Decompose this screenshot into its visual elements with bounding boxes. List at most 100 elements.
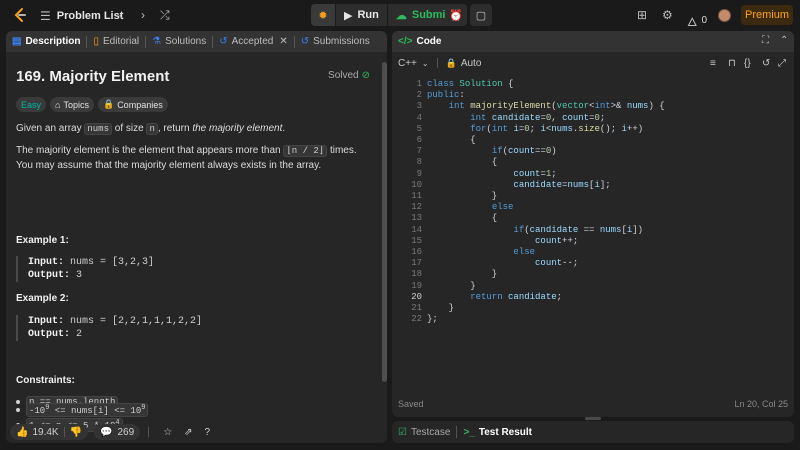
divider <box>148 427 150 437</box>
code-line: count++; <box>535 236 579 246</box>
code-line: { <box>427 157 498 167</box>
inline-code: nums <box>84 123 112 135</box>
desc-text: of size <box>111 123 147 134</box>
tab-editorial-label: Editorial <box>102 36 140 47</box>
description-scrollbar[interactable] <box>382 55 387 430</box>
tab-submissions-label: Submissions <box>313 36 370 47</box>
code-line: int candidate=0, count=0; <box>470 113 606 123</box>
inline-code: ⌊n / 2⌋ <box>283 145 328 157</box>
play-icon: ▶ <box>344 9 353 22</box>
cloud-upload-icon: ☁ <box>395 9 407 22</box>
divider <box>63 427 65 437</box>
example-output: 2 <box>70 329 83 340</box>
tab-test-result[interactable]: >_ Test Result <box>457 422 538 443</box>
scrollbar-thumb[interactable] <box>382 62 387 382</box>
history-icon: ↺ <box>300 36 310 47</box>
lock-icon: 🔒 <box>102 99 115 109</box>
format-icon[interactable]: ≡ <box>710 58 716 69</box>
book-icon: ▯ <box>93 36 99 47</box>
braces-icon[interactable]: {} <box>744 58 751 69</box>
comments-count: 269 <box>117 426 135 438</box>
leetcode-logo-icon[interactable] <box>12 7 28 23</box>
example-input: nums = [3,2,3] <box>64 257 155 268</box>
desc-text: . <box>282 123 286 134</box>
collapse-icon[interactable]: ⌃ <box>780 35 788 46</box>
list-icon: ☰ <box>40 9 51 23</box>
layout-grid-icon[interactable]: ⊞ <box>637 8 647 22</box>
line-number: 14 <box>411 225 422 235</box>
star-icon[interactable]: ☆ <box>163 427 172 438</box>
bullet <box>16 408 20 412</box>
tab-testcase[interactable]: ☑ Testcase <box>392 422 456 443</box>
maximize-icon[interactable]: ⛶ <box>762 35 769 46</box>
code-line: } <box>427 269 498 279</box>
code-line: if(count==0) <box>491 146 557 156</box>
notes-button[interactable]: ▢ <box>470 4 492 26</box>
example-1-box: Input: nums = [3,2,3] Output: 3 <box>16 256 356 282</box>
close-tab-icon[interactable]: ✕ <box>279 36 287 47</box>
bookmark-icon[interactable]: ⊓ <box>728 58 736 69</box>
premium-button[interactable]: Premium <box>741 5 793 25</box>
auto-mode-toggle[interactable]: 🔒 Auto <box>446 58 482 69</box>
reset-icon[interactable]: ↺ <box>762 58 770 69</box>
output-label: Output: <box>28 270 71 281</box>
timer-button[interactable]: ⏰ <box>445 4 467 26</box>
line-number: 20 <box>411 292 422 302</box>
code-line: class Solution { <box>427 79 514 89</box>
chevron-left-icon[interactable]: ‹ <box>119 8 123 22</box>
line-number: 21 <box>411 303 422 313</box>
panel-resize-handle[interactable] <box>585 417 601 420</box>
tab-submissions[interactable]: ↺ Submissions <box>295 31 376 52</box>
tab-description[interactable]: ▤ Description <box>6 31 86 52</box>
shuffle-icon[interactable]: ⤮ <box>160 8 170 23</box>
line-number: 4 <box>416 113 422 123</box>
difficulty-badge: Easy <box>16 97 47 112</box>
checkbox-icon: ☑ <box>398 426 407 438</box>
problem-title: 169. Majority Element <box>16 68 170 85</box>
user-avatar[interactable] <box>718 9 731 22</box>
tab-accepted[interactable]: ↺ Accepted ✕ <box>213 31 293 52</box>
tab-code[interactable]: </> Code <box>392 31 447 52</box>
line-number: 8 <box>416 157 422 167</box>
code-line: } <box>427 191 498 201</box>
tab-solutions[interactable]: ⚗ Solutions <box>146 31 212 52</box>
line-number: 1 <box>416 79 422 89</box>
code-line: count--; <box>535 258 579 268</box>
debug-button[interactable]: ✹ <box>311 4 335 26</box>
chevron-right-icon[interactable]: › <box>141 8 145 22</box>
help-icon[interactable]: ? <box>205 427 211 438</box>
expand-icon[interactable]: ⤢ <box>778 58 786 69</box>
mode-label: Auto <box>460 57 482 69</box>
tab-editorial[interactable]: ▯ Editorial <box>87 31 145 52</box>
line-number: 6 <box>416 135 422 145</box>
problem-list-button[interactable]: ☰ Problem List <box>40 9 123 23</box>
run-button[interactable]: ▶ Run <box>335 4 387 26</box>
code-line: else <box>513 247 536 257</box>
chevron-down-icon: ⌄ <box>421 58 429 68</box>
inline-code: n <box>146 123 158 135</box>
tab-solutions-label: Solutions <box>165 36 207 47</box>
description-panel: ▤ Description ▯ Editorial ⚗ Solutions ↺ … <box>6 31 387 443</box>
streak-counter[interactable]: 🜂 0 <box>687 8 707 33</box>
code-line: for(int i=0; i<nums.size(); i++) <box>470 124 644 134</box>
check-circle-icon: ⊘ <box>361 70 370 81</box>
line-number: 19 <box>411 281 422 291</box>
saved-status: Saved <box>398 399 424 409</box>
code-tabbar: </> Code ⛶ ⌃ <box>392 31 794 52</box>
share-icon[interactable]: ⇗ <box>184 427 192 438</box>
language-select[interactable]: C++ ⌄ <box>398 58 429 69</box>
constraints-title: Constraints: <box>16 375 75 386</box>
thumbs-down-icon[interactable]: 👎 <box>70 427 82 438</box>
comments-button[interactable]: 💬 269 <box>94 424 141 440</box>
code-editor[interactable]: 1 2 3 4 5 6 7 8 9 10 11 12 13 14 15 16 1… <box>392 75 794 365</box>
example-input: nums = [2,2,1,1,1,2,2] <box>64 316 203 327</box>
companies-badge[interactable]: 🔒 Companies <box>97 97 168 112</box>
settings-gear-icon[interactable]: ⚙ <box>662 8 673 22</box>
line-number: 15 <box>411 236 422 246</box>
desc-text: The majority element is the element that… <box>16 145 284 156</box>
topics-badge[interactable]: ⌂ Topics <box>50 97 94 112</box>
line-number: 13 <box>411 213 422 223</box>
tab-code-label: Code <box>416 36 442 47</box>
code-line: } <box>427 303 455 313</box>
thumbs-up-icon[interactable]: 👍 <box>16 427 28 438</box>
